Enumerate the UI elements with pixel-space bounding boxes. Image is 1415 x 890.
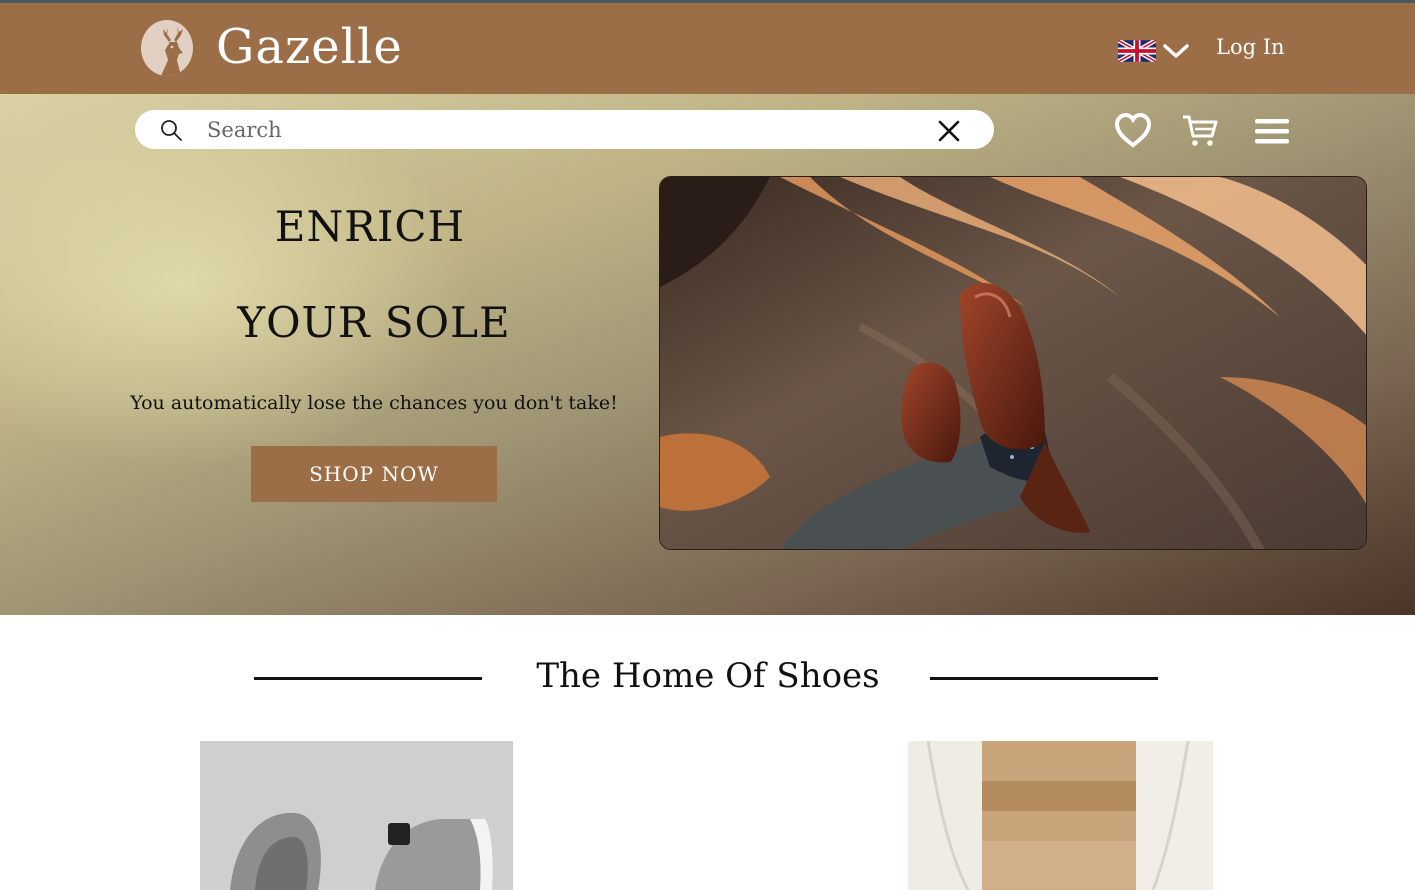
uk-flag-icon [1118,40,1156,62]
product-card-grey-shoes[interactable] [200,741,513,890]
chevron-down-icon [1163,44,1189,58]
hero-section: ENRICH YOUR SOLE You automatically lose … [0,94,1415,615]
login-link[interactable]: Log In [1216,35,1285,59]
section-divider-right [930,677,1158,680]
search-icon[interactable] [159,118,183,142]
section-title: The Home Of Shoes [536,656,880,696]
product-card-beige-trousers[interactable] [908,741,1213,890]
hero-headline-your-sole: YOUR SOLE [237,298,511,347]
language-selector[interactable] [1118,37,1192,65]
section-divider-left [254,677,482,680]
site-header: Gazelle Log In [0,3,1415,94]
search-input[interactable] [207,114,907,145]
hero-image [659,176,1367,550]
hero-headline-enrich: ENRICH [274,202,466,251]
hero-tagline: You automatically lose the chances you d… [130,392,618,414]
search-bar [135,110,994,149]
shop-now-button[interactable]: SHOP NOW [251,446,497,502]
deer-logo-icon[interactable] [141,20,193,76]
heart-icon[interactable] [1114,112,1152,150]
close-icon[interactable] [937,119,961,143]
hamburger-menu-icon[interactable] [1253,112,1291,150]
brand-name[interactable]: Gazelle [216,19,403,75]
cart-icon[interactable] [1181,112,1219,150]
